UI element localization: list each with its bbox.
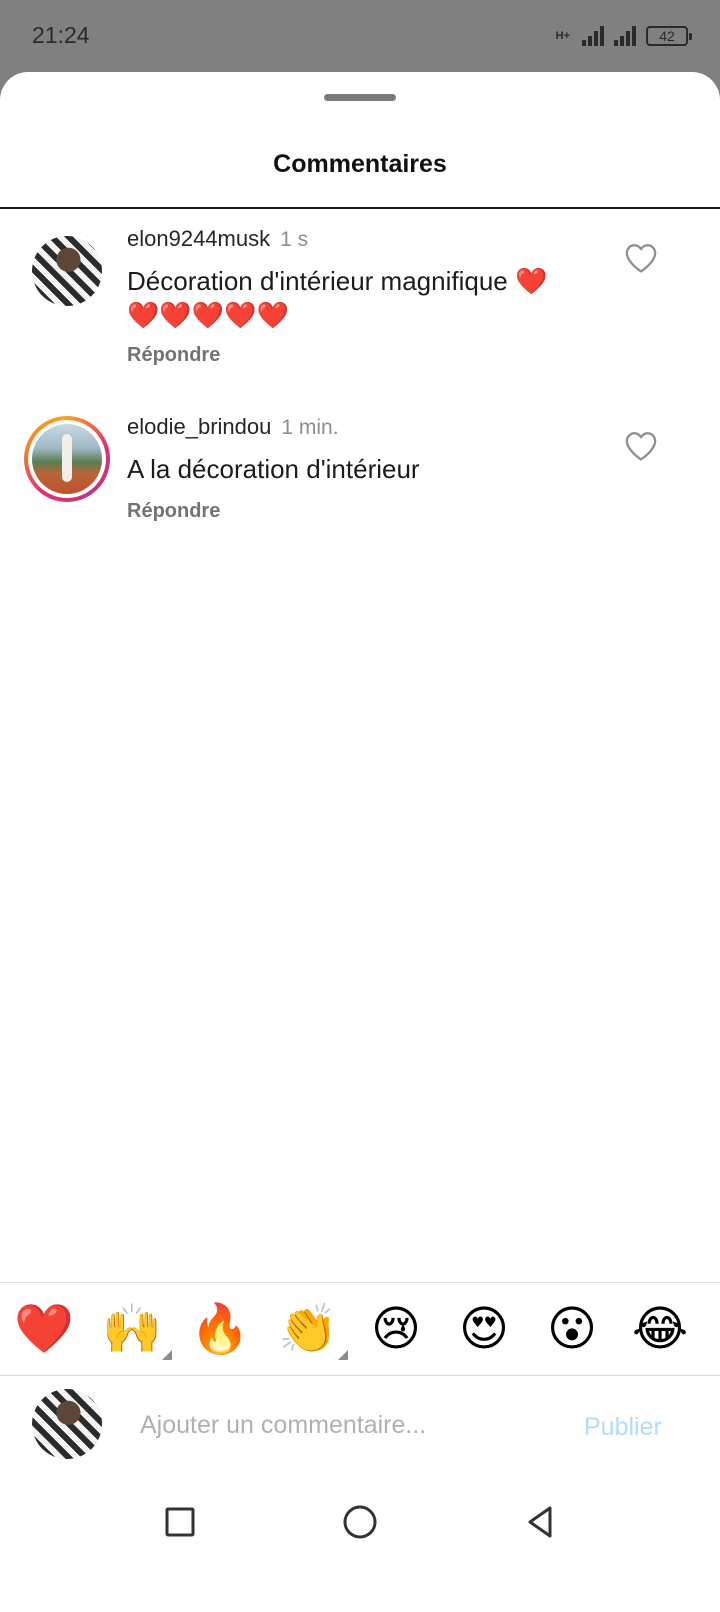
story-ring[interactable] [24,416,110,502]
reply-button[interactable]: Répondre [127,344,220,367]
current-user-avatar [32,1389,102,1459]
comment-text-line: Décoration d'intérieur magnifique ❤️ [127,266,548,296]
title-divider [0,207,720,209]
comment-time: 1 s [280,228,309,251]
comment-username[interactable]: elodie_brindou [127,414,271,439]
drag-handle[interactable] [324,94,396,101]
emoji-crying-button[interactable]: 😢 [366,1298,426,1362]
skin-tone-indicator [162,1350,172,1360]
emoji-divider [0,1282,720,1283]
comment-text-line: ❤️❤️❤️❤️❤️ [127,300,289,330]
emoji-bar: ❤️ 🙌 🔥 👏 😢 😍 😮 😂 [0,1298,720,1362]
status-icons: H+ 42 [555,22,692,50]
comment-text: Décoration d'intérieur magnifique ❤️ ❤️❤… [127,264,597,332]
sheet-title: Commentaires [273,150,447,178]
publish-button[interactable]: Publier [584,1413,662,1442]
comment-item: elodie_brindou 1 min. A la décoration d'i… [0,410,720,540]
emoji-heart-eyes-button[interactable]: 😍 [454,1298,514,1362]
avatar[interactable] [32,236,102,306]
signal-icon-2 [614,26,636,46]
emoji-tears-of-joy-button[interactable]: 😂 [630,1298,690,1362]
signal-icon [582,26,604,46]
heart-outline-icon[interactable] [624,430,658,462]
comment-username[interactable]: elon9244musk [127,226,270,251]
emoji-fire-button[interactable]: 🔥 [190,1298,250,1362]
square-icon[interactable] [158,1500,202,1544]
status-bar: 21:24 H+ 42 [0,0,720,72]
heart-outline-icon[interactable] [624,242,658,274]
comment-time: 1 min. [281,416,339,439]
comments-sheet: Commentaires elon9244musk 1 s Décoration … [0,72,720,1612]
reply-button[interactable]: Répondre [127,500,220,523]
circle-icon[interactable] [338,1500,382,1544]
status-time: 21:24 [32,22,90,48]
avatar [32,424,102,494]
emoji-heart-button[interactable]: ❤️ [14,1298,74,1362]
emoji-surprised-button[interactable]: 😮 [542,1298,602,1362]
input-divider [0,1375,720,1376]
comment-item: elon9244musk 1 s Décoration d'intérieur m… [0,222,720,382]
emoji-glyph: 🙌 [102,1303,162,1356]
battery-icon: 42 [646,26,692,46]
network-type-label: H+ [555,30,570,42]
triangle-back-icon[interactable] [518,1500,562,1544]
navigation-bar [0,1482,720,1562]
comment-text: A la décoration d'intérieur [127,454,420,484]
emoji-raised-hands-button[interactable]: 🙌 [102,1298,172,1362]
emoji-glyph: 👏 [278,1303,338,1356]
skin-tone-indicator [338,1350,348,1360]
comment-input[interactable] [140,1405,540,1445]
emoji-clap-button[interactable]: 👏 [278,1298,348,1362]
